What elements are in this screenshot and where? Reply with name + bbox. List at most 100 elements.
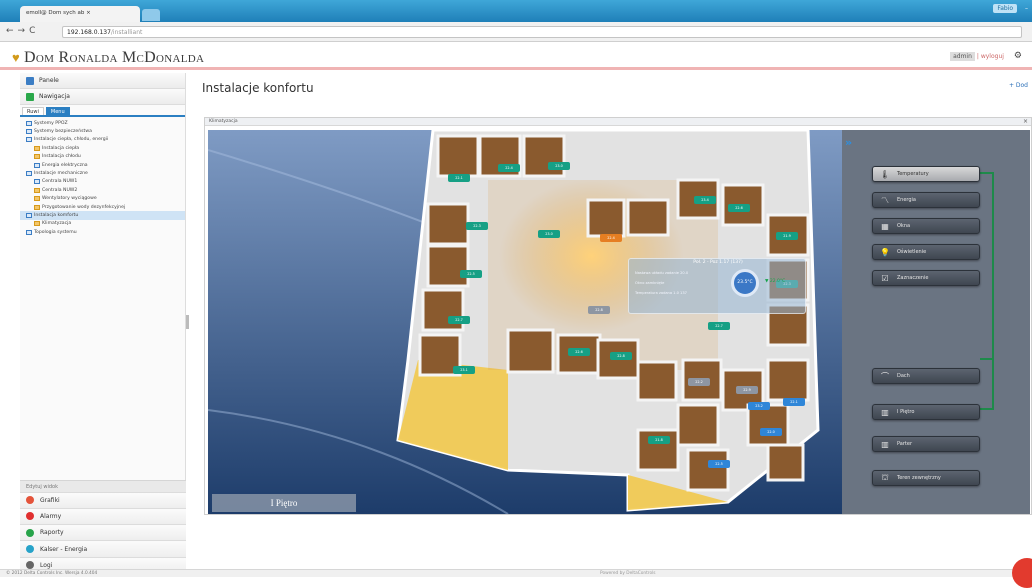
tree-item[interactable]: Systemy PPOZ [20,119,185,127]
room-temperature-badge[interactable]: 22.6 [728,204,750,212]
room-temperature-badge[interactable]: 22.5 [460,270,482,278]
room[interactable] [686,448,730,492]
url-input[interactable]: 192.168.0.137/installiant [62,26,1022,38]
floorplan-view[interactable]: 22.1 22.4 23.0 22.3 22.5 22.7 23.1 22.6 22.8 22.2… [208,130,1030,514]
brand-logo[interactable]: ♥ Dom Ronalda McDonalda [12,49,204,67]
layer-button-label: Zaznaczenie [897,275,929,281]
app-header: ♥ Dom Ronalda McDonalda admin | wyloguj ⚙ [0,42,1032,70]
back-icon[interactable]: ← [6,26,18,36]
logout-link[interactable]: | wyloguj [977,53,1004,60]
gear-icon[interactable]: ⚙ [1014,51,1022,61]
room[interactable] [426,244,470,288]
bottom-menu-item[interactable]: Grafiki [20,491,186,508]
room[interactable] [766,358,810,402]
tab-menu[interactable]: Menu [45,107,70,115]
tree-item[interactable]: Centrala NUW1 [20,178,185,186]
room-temperature-badge[interactable]: 22.6 [568,348,590,356]
room-temperature-badge[interactable]: 23.1 [453,366,475,374]
room[interactable] [766,443,805,482]
room-temperature-badge[interactable]: 22.8 [610,352,632,360]
add-link[interactable]: + Dod [1009,82,1028,89]
tree-item[interactable]: Instalacja komfortu [20,211,185,220]
panel-panele[interactable]: Panele [20,73,185,89]
forward-icon[interactable]: → [18,26,30,36]
layer-button[interactable]: ▦ Okna [872,218,980,234]
room[interactable] [436,134,480,178]
room[interactable] [522,134,566,178]
room-temperature-badge[interactable]: 22.5 [708,460,730,468]
new-tab-button[interactable] [142,9,160,21]
window-controls: Fabio – [987,4,1028,13]
tree-item[interactable]: Instalacja chłodu [20,153,185,161]
room[interactable] [626,198,670,237]
room-temperature-badge[interactable]: 22.1 [448,174,470,182]
room-temperature-badge[interactable]: 23.2 [748,402,770,410]
room[interactable] [421,288,465,332]
tree-item[interactable]: Instalacje mechaniczne [20,169,185,177]
tree-item[interactable]: Klimatyzacja [20,220,185,228]
room-temperature-badge[interactable]: 21.8 [648,436,670,444]
room-temperature-badge[interactable]: 22.7 [708,322,730,330]
layer-button[interactable]: 🌡 Temperatury [872,166,980,182]
room-temperature-badge[interactable]: 22.4 [498,164,520,172]
address-bar: ←→C 192.168.0.137/installiant [0,22,1032,42]
room-temperature-badge[interactable]: 23.0 [548,162,570,170]
help-button[interactable] [1012,558,1032,588]
tree-item[interactable]: Systemy bezpieczeństwa [20,127,185,135]
room[interactable] [586,198,626,238]
room-temperature-badge[interactable]: 22.9 [736,386,758,394]
folder-icon [34,162,40,168]
folder-icon [34,221,40,227]
tree-item[interactable]: Wentylatory wyciągowe [20,195,185,203]
room[interactable] [746,403,790,447]
room-temperature-badge[interactable]: 22.7 [448,316,470,324]
room-temperature-badge[interactable]: 22.0 [760,428,782,436]
layer-button[interactable]: ⛫ Teren zewnętrzny [872,470,980,486]
tree-item[interactable]: Topologia systemu [20,228,185,236]
room-temperature-badge[interactable]: 23.4 [694,196,716,204]
tree-item[interactable]: Energia elektryczna [20,161,185,169]
room[interactable] [636,360,678,402]
user-area: admin | wyloguj ⚙ [950,51,1022,61]
sidebar-splitter[interactable] [186,315,189,329]
layer-button[interactable]: ▥ Parter [872,436,980,452]
tab-ruwi[interactable]: Ruwi [22,107,44,115]
minimize-icon[interactable]: – [1025,5,1028,12]
folder-icon [34,145,40,151]
tree-item[interactable]: Instalacje ciepła, chłodu, energii [20,136,185,144]
layer-icon: 🌡 [879,169,891,179]
room-temperature-badge[interactable]: 22.8 [588,306,610,314]
layer-button-label: Dach [897,373,910,379]
browser-tab[interactable]: emoll@ Dom sych ab × [20,6,140,22]
tree-item[interactable]: Przygotowanie wody dezynfekcyjnej [20,203,185,211]
room-temperature-badge[interactable]: 23.0 [538,230,560,238]
room-temperature-badge[interactable]: 22.3 [466,222,488,230]
bottom-menu-item[interactable]: Alarmy [20,507,186,525]
bottom-menu-item[interactable]: Kalser - Energia [20,540,186,557]
tree-item[interactable]: Centrala NUW2 [20,186,185,194]
layer-button[interactable]: 💡 Oświetlenie [872,244,980,260]
room-info-popup[interactable]: Poł. 2 - Poz 1.17 (137) Nastawa układu z… [628,258,806,314]
panel-label: Nawigacja [39,93,70,100]
room-temperature-badge[interactable]: 21.9 [776,232,798,240]
layer-button[interactable]: ⌒ Dach [872,368,980,384]
layer-button-label: Teren zewnętrzny [897,475,941,481]
layer-button[interactable]: 〽 Energia [872,192,980,208]
user-name[interactable]: admin [950,52,975,61]
layer-button[interactable]: ☑ Zaznaczenie [872,270,980,286]
profile-chip[interactable]: Fabio [993,4,1018,13]
room[interactable] [676,403,720,447]
bottom-menu-item[interactable]: Raporty [20,524,186,541]
tree-item[interactable]: Instalacja ciepła [20,144,185,152]
room-temperature-badge[interactable]: 22.4 [600,234,622,242]
panel-nawigacja[interactable]: Nawigacja [20,89,185,105]
layer-button[interactable]: ▥ I Piętro [872,404,980,420]
room[interactable] [426,202,470,246]
close-icon[interactable]: × [1023,118,1028,125]
room-temperature-badge[interactable]: 22.1 [783,398,805,406]
expand-icon[interactable]: » [845,136,852,149]
room-info-title: Poł. 2 - Poz 1.17 (137) [693,260,743,265]
reload-icon[interactable]: C [29,26,39,36]
room-temperature-badge[interactable]: 22.2 [688,378,710,386]
room[interactable] [506,328,555,374]
